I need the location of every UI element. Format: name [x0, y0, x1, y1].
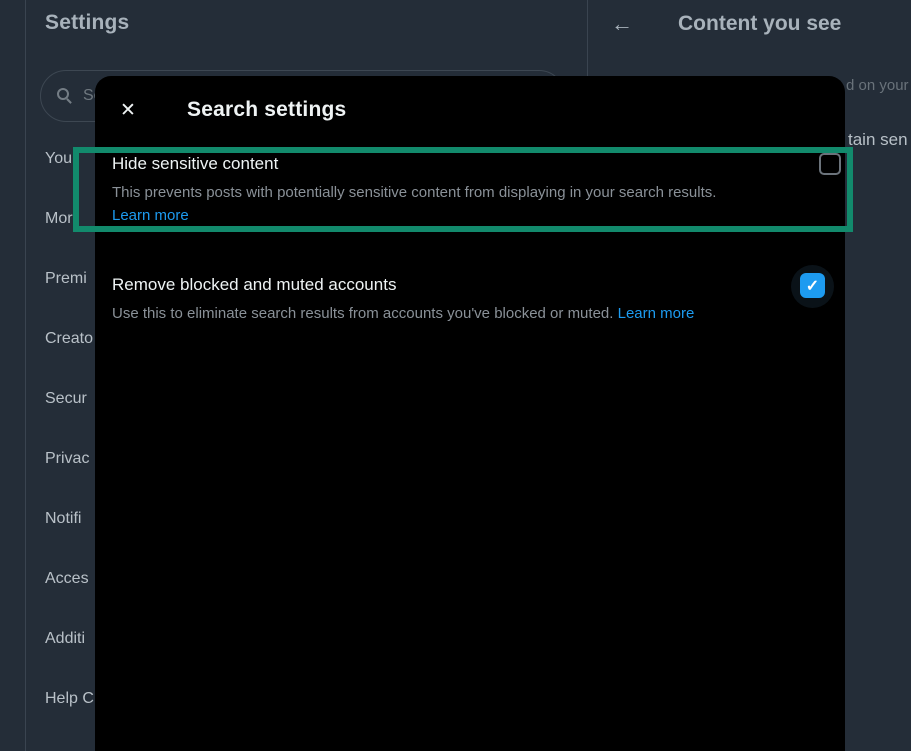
settings-page-title: Settings: [45, 11, 129, 35]
search-settings-modal: ✕ Search settings Hide sensitive content…: [95, 76, 845, 751]
check-icon: ✓: [806, 276, 819, 296]
close-icon[interactable]: ✕: [110, 92, 146, 128]
content-you-see-title: Content you see: [678, 12, 841, 36]
nav-rail-divider: [25, 0, 26, 751]
remove-blocked-muted-description: Use this to eliminate search results fro…: [112, 305, 812, 322]
detail-text-fragment: tain sen: [848, 130, 908, 150]
remove-blocked-muted-label: Remove blocked and muted accounts: [112, 275, 396, 295]
search-icon: [57, 88, 73, 104]
back-icon[interactable]: ←: [608, 10, 636, 38]
learn-more-link[interactable]: Learn more: [618, 305, 695, 322]
hide-sensitive-content-label: Hide sensitive content: [112, 154, 278, 174]
hide-sensitive-content-checkbox[interactable]: [819, 153, 841, 175]
detail-text-fragment: d on your: [846, 77, 909, 94]
modal-title: Search settings: [187, 98, 346, 122]
learn-more-link[interactable]: Learn more: [112, 207, 189, 224]
remove-blocked-muted-checkbox[interactable]: ✓: [800, 273, 825, 298]
hide-sensitive-content-description: This prevents posts with potentially sen…: [112, 184, 812, 201]
